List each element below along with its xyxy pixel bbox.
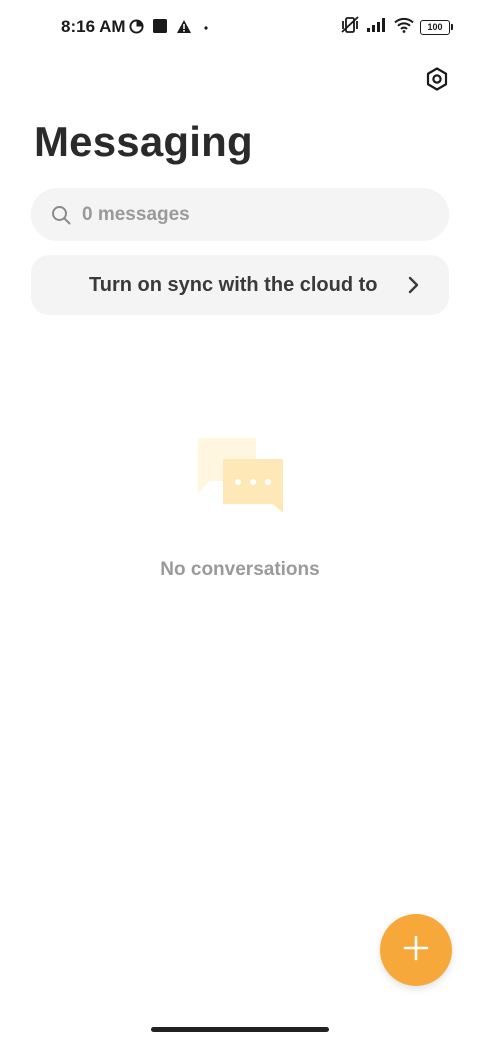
- plus-icon: [403, 935, 429, 966]
- search-icon: [50, 204, 72, 226]
- status-left-icons: [129, 18, 212, 39]
- data-saver-icon: [129, 18, 144, 39]
- status-time: 8:16 AM: [61, 17, 126, 36]
- sync-banner-text: Turn on sync with the cloud to: [89, 273, 378, 296]
- signal-icon: [366, 17, 388, 38]
- dot-icon: [200, 20, 212, 38]
- page-title: Messaging: [34, 118, 253, 165]
- chat-bubbles-icon: [196, 436, 286, 516]
- battery-icon: 100: [420, 20, 453, 35]
- search-bar[interactable]: [31, 188, 449, 241]
- status-bar: 8:16 AM 100: [0, 0, 480, 54]
- empty-state-message: No conversations: [160, 559, 320, 580]
- new-conversation-button[interactable]: [380, 914, 452, 986]
- status-right-icons: 100: [340, 16, 453, 39]
- wifi-icon: [394, 17, 414, 38]
- vibrate-off-icon: [340, 16, 360, 39]
- home-indicator[interactable]: [151, 1027, 329, 1032]
- square-icon: [152, 18, 168, 39]
- warning-icon: [176, 19, 192, 39]
- search-input[interactable]: [82, 203, 412, 226]
- sync-banner[interactable]: Turn on sync with the cloud to: [31, 255, 449, 315]
- settings-button[interactable]: [420, 64, 454, 98]
- gear-icon: [424, 66, 450, 97]
- chevron-right-icon: [401, 273, 425, 297]
